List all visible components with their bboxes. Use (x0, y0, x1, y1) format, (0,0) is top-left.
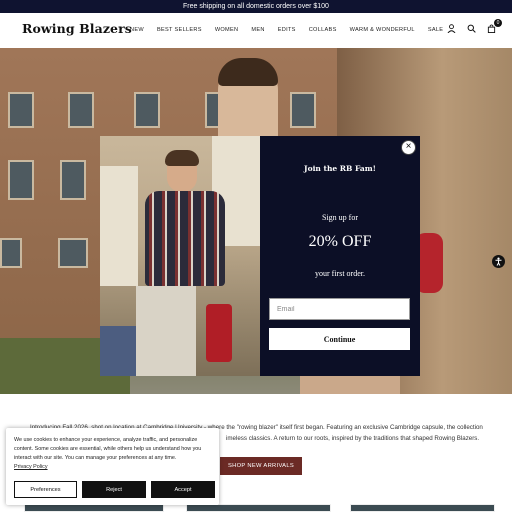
accessibility-icon (495, 257, 502, 266)
nav-item-warm-wonderful[interactable]: WARM & WONDERFUL (350, 27, 415, 33)
product-thumbnail[interactable] (350, 504, 495, 512)
account-icon[interactable] (447, 24, 456, 33)
nav-item-edits[interactable]: EDITS (278, 27, 296, 33)
promo-bar: Free shipping on all domestic orders ove… (0, 0, 512, 13)
newsletter-modal: × Join the RB Fam! Sign up for 20% OFF y… (100, 136, 420, 376)
modal-form: × Join the RB Fam! Sign up for 20% OFF y… (260, 136, 420, 376)
cookie-buttons: Preferences Reject Accept (14, 481, 215, 498)
cookie-message: We use cookies to enhance your experienc… (14, 437, 202, 461)
cookie-banner: We use cookies to enhance your experienc… (6, 428, 219, 505)
search-icon[interactable] (467, 24, 476, 33)
nav-item-men[interactable]: MEN (251, 27, 264, 33)
close-modal-button[interactable]: × (401, 140, 416, 155)
nav-item-collabs[interactable]: COLLABS (309, 27, 337, 33)
product-thumbnail[interactable] (24, 504, 164, 512)
cookie-text-block: We use cookies to enhance your experienc… (14, 436, 214, 472)
modal-offer: 20% OFF (308, 233, 372, 250)
modal-title: Join the RB Fam! (304, 164, 376, 173)
email-field[interactable] (269, 298, 410, 320)
cart-icon[interactable]: 0 (487, 19, 502, 33)
preferences-button[interactable]: Preferences (14, 481, 77, 498)
cart-count-badge: 0 (494, 19, 502, 27)
nav-item-women[interactable]: WOMEN (215, 27, 239, 33)
site-logo[interactable]: Rowing Blazers (22, 21, 132, 36)
reject-button[interactable]: Reject (82, 481, 146, 498)
modal-photo (100, 136, 260, 376)
privacy-policy-link[interactable]: Privacy Policy (14, 463, 48, 472)
close-icon: × (405, 141, 412, 152)
modal-first-order-text: your first order. (315, 269, 365, 278)
shop-new-arrivals-button[interactable]: SHOP NEW ARRIVALS (220, 457, 302, 475)
main-nav: NEW BEST SELLERS WOMEN MEN EDITS COLLABS… (130, 27, 456, 33)
nav-item-sale[interactable]: SALE (428, 27, 444, 33)
nav-item-best-sellers[interactable]: BEST SELLERS (157, 27, 202, 33)
nav-item-new[interactable]: NEW (130, 27, 144, 33)
modal-signup-text: Sign up for (322, 213, 358, 222)
site-header: Rowing Blazers NEW BEST SELLERS WOMEN ME… (0, 13, 512, 48)
product-thumbnail[interactable] (186, 504, 331, 512)
continue-button[interactable]: Continue (269, 328, 410, 350)
accept-button[interactable]: Accept (151, 481, 215, 498)
header-icons: 0 (447, 19, 502, 33)
promo-text: Free shipping on all domestic orders ove… (183, 3, 329, 10)
accessibility-button[interactable] (492, 255, 505, 268)
